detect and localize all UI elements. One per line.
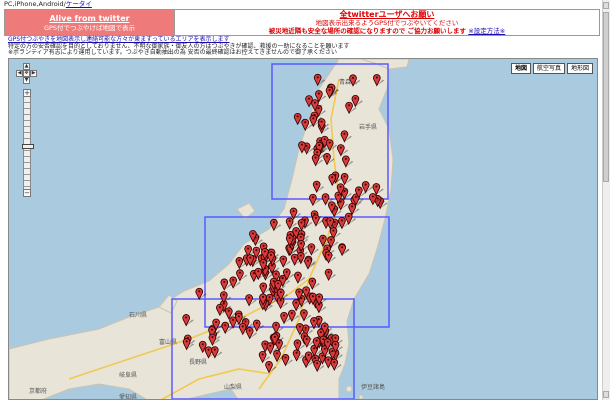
pan-left-button[interactable]: ◀ — [16, 70, 23, 77]
place-label: 伊豆諸島 — [361, 383, 385, 391]
settings-howto-link[interactable]: ※設定方法※ — [468, 27, 505, 35]
top-nav-text: PC,iPhone,Android/ — [4, 0, 66, 8]
map-nav-control: ▲ ◀ ✥ ▶ ▼ + − — [16, 63, 38, 197]
map-type-terrain[interactable]: 地形図 — [566, 63, 593, 74]
notice-box: 全twitterユーザへお願い 地図表示出来るようGPS付でつぶやいてください … — [175, 10, 599, 35]
land-izu-1 — [345, 385, 353, 393]
header-banner: Alive from twitter GPS付でつぶやけば地図で表示 全twit… — [4, 9, 600, 36]
pan-up-button[interactable]: ▲ — [23, 63, 30, 70]
top-nav: PC,iPhone,Android/ケータイ — [4, 0, 92, 9]
info-line-3: ※ボランティア有志により運用しています。つぶやき自動抽出の為 安否の最終確認はお… — [8, 49, 338, 56]
map-canvas[interactable]: 石川県富山県長野県山梨県岐阜県愛知県京都府伊豆諸島青森県岩手県 — [9, 59, 598, 400]
map-type-map[interactable]: 地図 — [510, 63, 531, 74]
map-type-control: 地図 航空写真 地形図 — [510, 63, 593, 74]
zoom-in-button[interactable]: + — [23, 89, 31, 97]
place-label: 岩手県 — [359, 123, 377, 131]
info-text: GPS付つぶやきを地図表示し連絡可能な方々が東ますっているエリアを表示します 特… — [8, 36, 598, 57]
place-label: 京都府 — [29, 387, 47, 395]
pan-center-button[interactable]: ✥ — [23, 70, 30, 77]
place-label: 長野県 — [189, 358, 207, 366]
scroll-up-arrow[interactable] — [603, 2, 609, 9]
zoom-slider-thumb[interactable] — [22, 144, 34, 150]
zoom-out-button[interactable]: − — [23, 189, 31, 197]
place-label: 石川県 — [129, 312, 147, 319]
zoom-slider[interactable] — [22, 97, 34, 189]
page-scrollbar[interactable] — [602, 0, 610, 400]
land-izu-2 — [358, 394, 364, 399]
pan-control: ▲ ◀ ✥ ▶ ▼ — [16, 63, 38, 85]
alive-subtitle: GPS付でつぶやけば地図で表示 — [43, 23, 136, 32]
mobile-link[interactable]: ケータイ — [66, 0, 92, 8]
scroll-thumb[interactable] — [603, 12, 609, 182]
zoom-control: + − — [22, 89, 34, 197]
place-label: 岐阜県 — [119, 371, 137, 379]
alive-from-twitter-box[interactable]: Alive from twitter GPS付でつぶやけば地図で表示 — [5, 10, 175, 35]
map-type-satellite[interactable]: 航空写真 — [532, 63, 565, 74]
map-view[interactable]: 石川県 富山県 長野県 山梨県 岐阜県 愛知県 京都府 伊豆諸島 青森県 岩手県 地図 航空写真 … — [8, 58, 598, 400]
place-label: 愛知県 — [119, 393, 137, 400]
place-label: 富山県 — [159, 338, 177, 346]
notice-gps: 地図表示出来るようGPS付でつぶやいてください — [315, 19, 459, 27]
notice-cooperation-text: 被災地近隣も安全な場所の確認になりますので ご協力お願いします — [268, 27, 467, 35]
alive-title[interactable]: Alive from twitter — [49, 14, 129, 24]
pan-right-button[interactable]: ▶ — [30, 70, 37, 77]
pan-down-button[interactable]: ▼ — [23, 77, 30, 84]
notice-cooperation: 被災地近隣も安全な場所の確認になりますので ご協力お願いします ※設定方法※ — [269, 27, 505, 35]
notice-heading[interactable]: 全twitterユーザへお願い — [340, 10, 435, 19]
place-label: 山梨県 — [224, 383, 242, 391]
scroll-down-arrow[interactable] — [603, 391, 609, 398]
